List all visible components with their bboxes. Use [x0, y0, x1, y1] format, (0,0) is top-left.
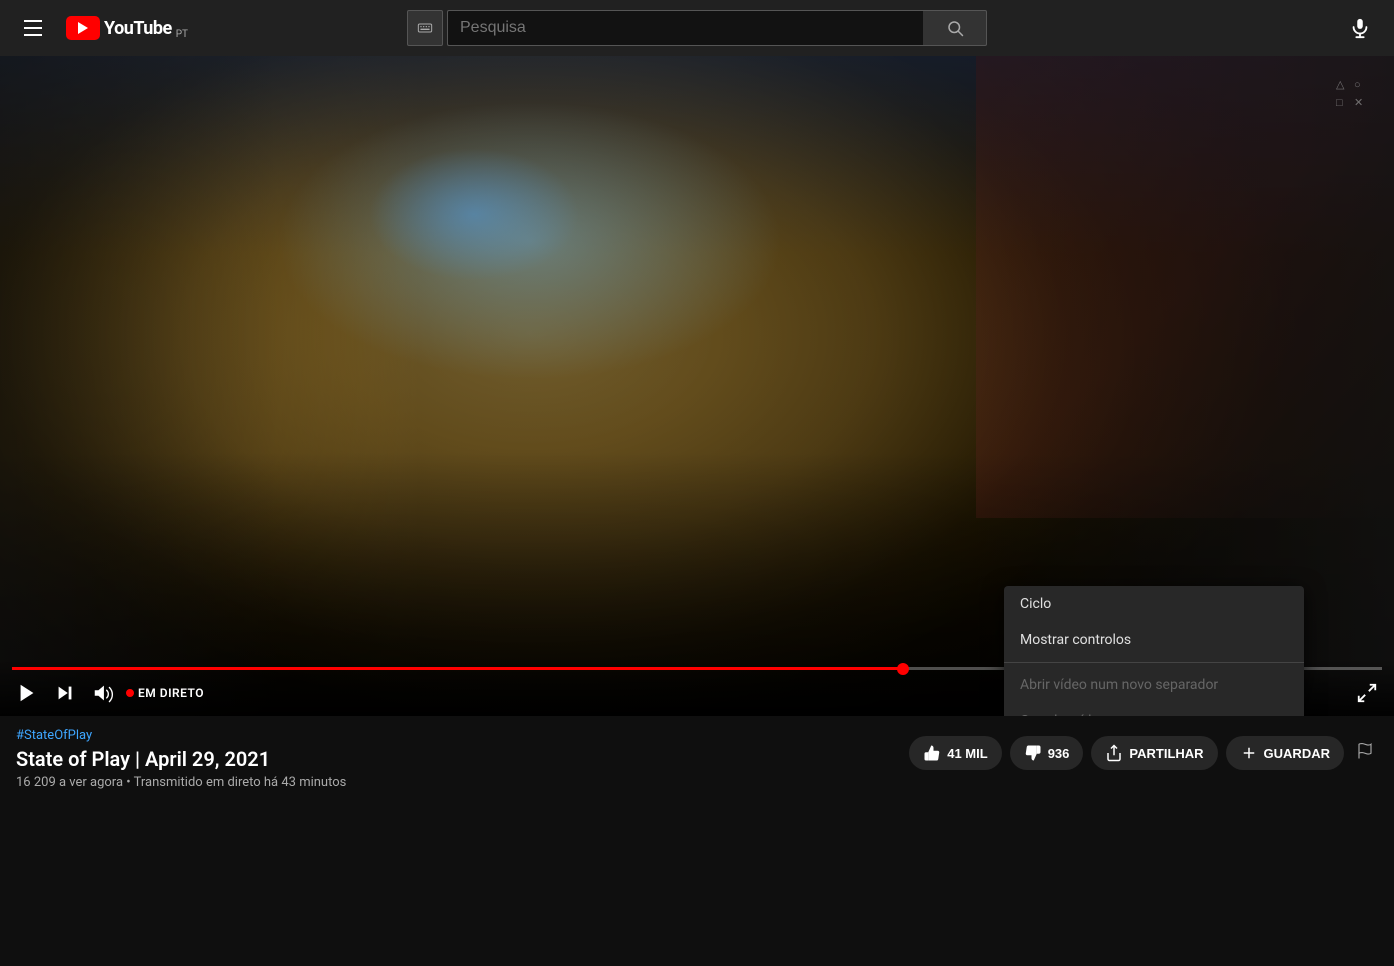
play-button[interactable] [12, 678, 42, 708]
thumbs-up-icon [923, 744, 941, 762]
save-button[interactable]: GUARDAR [1226, 736, 1344, 770]
svg-text:○: ○ [1354, 79, 1361, 91]
video-hashtag[interactable]: #StateOfPlay [16, 728, 346, 743]
ctx-abrir-video: Abrir vídeo num novo separador [1004, 667, 1304, 703]
svg-text:□: □ [1336, 97, 1343, 109]
svg-text:△: △ [1336, 79, 1345, 91]
mic-button[interactable] [1342, 10, 1378, 46]
progress-dot [897, 663, 909, 675]
dislike-button[interactable]: 936 [1010, 736, 1084, 770]
video-title: State of Play | April 29, 2021 [16, 747, 346, 771]
live-badge: EM DIRETO [126, 686, 204, 700]
video-actions: 41 MIL 936 [909, 736, 1378, 770]
video-info-left: #StateOfPlay State of Play | April 29, 2… [16, 728, 346, 790]
save-label: GUARDAR [1264, 746, 1330, 761]
video-player[interactable]: △ ○ □ ✕ [0, 56, 1394, 716]
keyboard-icon [417, 20, 433, 36]
search-button[interactable] [923, 10, 987, 46]
context-menu: Ciclo Mostrar controlos Abrir vídeo num … [1004, 586, 1304, 716]
mic-icon [1349, 17, 1371, 39]
yt-logo-icon [66, 16, 100, 40]
like-count: 41 MIL [947, 746, 987, 761]
volume-icon [92, 682, 114, 704]
next-icon [54, 682, 76, 704]
ps-logo-icon: △ ○ □ ✕ [1334, 66, 1384, 116]
video-meta: 16 209 a ver agora • Transmitido em dire… [16, 775, 346, 790]
keyboard-button[interactable] [407, 10, 443, 46]
video-section: △ ○ □ ✕ [0, 56, 1394, 910]
search-input[interactable] [447, 10, 923, 46]
fullscreen-icon [1356, 682, 1378, 704]
playstation-logo: △ ○ □ ✕ [1334, 66, 1384, 122]
live-dot [126, 689, 134, 697]
like-button[interactable]: 41 MIL [909, 736, 1001, 770]
next-button[interactable] [50, 678, 80, 708]
controls-right [1352, 678, 1382, 708]
video-info: #StateOfPlay State of Play | April 29, 2… [0, 716, 1394, 802]
ctx-guardar-video-label: Guardar vídeo como... [1020, 713, 1157, 716]
ctx-guardar-video: Guardar vídeo como... Ctrl+S [1004, 703, 1304, 716]
ctx-ciclo[interactable]: Ciclo [1004, 586, 1304, 622]
volume-button[interactable] [88, 678, 118, 708]
header-center [216, 10, 1178, 46]
flag-icon [1356, 742, 1374, 760]
share-icon [1105, 744, 1123, 762]
header: YouTube PT [0, 0, 1394, 56]
ctx-guardar-video-shortcut: Ctrl+S [1255, 714, 1288, 716]
yt-logo-text: YouTube [104, 18, 172, 39]
ctx-separator-1 [1004, 662, 1304, 663]
hamburger-menu[interactable] [16, 12, 50, 44]
live-text: EM DIRETO [138, 686, 204, 700]
search-bar [407, 10, 987, 46]
thumbs-down-icon [1024, 744, 1042, 762]
fullscreen-button[interactable] [1352, 678, 1382, 708]
ctx-ciclo-label: Ciclo [1020, 596, 1051, 612]
search-icon [946, 19, 964, 37]
progress-fill [12, 667, 903, 670]
share-label: PARTILHAR [1129, 746, 1203, 761]
header-right [1178, 10, 1378, 46]
youtube-logo[interactable]: YouTube PT [66, 16, 188, 40]
ctx-mostrar-controlos[interactable]: Mostrar controlos [1004, 622, 1304, 658]
header-left: YouTube PT [16, 12, 216, 44]
dislike-count: 936 [1048, 746, 1070, 761]
flag-button[interactable] [1352, 738, 1378, 769]
save-icon [1240, 744, 1258, 762]
ctx-abrir-video-label: Abrir vídeo num novo separador [1020, 677, 1218, 693]
yt-logo-country: PT [176, 29, 188, 40]
play-icon [16, 682, 38, 704]
ctx-mostrar-controlos-label: Mostrar controlos [1020, 632, 1131, 648]
share-button[interactable]: PARTILHAR [1091, 736, 1217, 770]
svg-text:✕: ✕ [1354, 97, 1363, 109]
main-content: △ ○ □ ✕ [0, 56, 1394, 910]
